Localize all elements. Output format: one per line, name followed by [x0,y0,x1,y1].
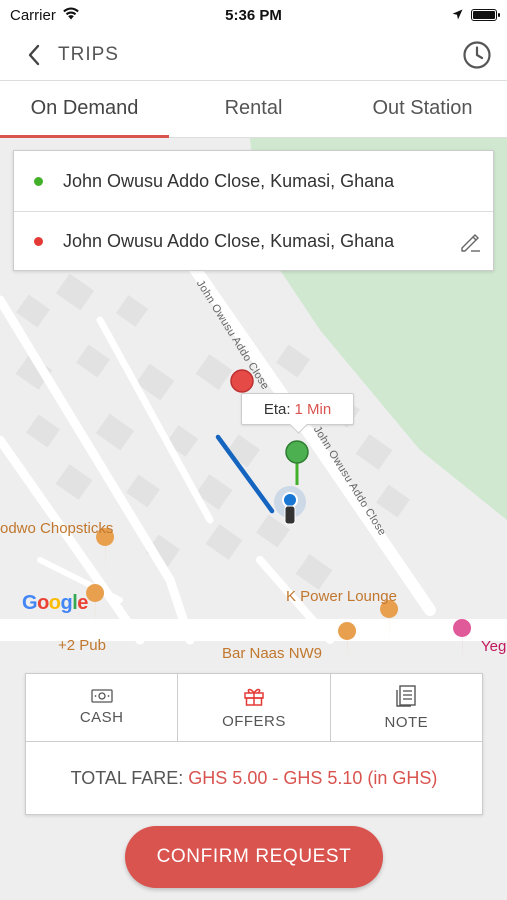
fare-panel: CASH OFFERS NOTE TOTAL FARE: GHS 5.00 - … [25,673,483,815]
header: TRIPS [0,30,507,80]
note-icon [396,685,417,707]
pickup-marker [285,440,309,464]
poi-label-k-power-lounge: K Power Lounge [286,588,397,605]
wifi-icon [62,7,80,24]
address-card: John Owusu Addo Close, Kumasi, Ghana Joh… [13,150,494,271]
eta-bubble: Eta: 1 Min [241,393,354,425]
location-arrow-icon [452,7,463,24]
service-tabs: On Demand Rental Out Station [0,80,507,138]
status-bar: Carrier 5:36 PM [0,0,507,30]
offers-option[interactable]: OFFERS [177,674,329,741]
pickup-address-row[interactable]: John Owusu Addo Close, Kumasi, Ghana [14,151,493,211]
dropoff-address-row[interactable]: John Owusu Addo Close, Kumasi, Ghana [14,211,493,271]
offers-label: OFFERS [222,713,286,730]
cash-icon [91,689,113,703]
trip-history-button[interactable] [459,37,495,73]
battery-icon [471,9,500,21]
battery-fill [473,11,495,19]
edit-dropoff-button[interactable] [455,227,485,257]
status-time: 5:36 PM [225,6,282,24]
poi-label-plus-2-pub: +2 Pub [58,637,106,654]
carrier-label: Carrier [10,6,56,24]
eta-label: Eta: [263,400,291,418]
tab-rental[interactable]: Rental [169,81,338,137]
pickup-dot-icon [34,176,43,186]
poi-label-bar-naas: Bar Naas NW9 [222,645,323,662]
dropoff-dot-icon [34,237,43,246]
status-left: Carrier [10,7,180,24]
fare-label: TOTAL FARE: [70,768,184,788]
google-logo: Google [22,592,88,614]
eta-value: 1 Min [294,400,332,418]
cash-label: CASH [79,709,124,726]
pencil-icon [461,233,480,252]
pickup-address: John Owusu Addo Close, Kumasi, Ghana [63,170,395,191]
current-location-marker [282,492,298,508]
clock-icon [463,41,491,69]
page-title: TRIPS [58,44,119,65]
tab-on-demand[interactable]: On Demand [0,81,169,138]
poi-label-chopsticks: odwo Chopsticks [0,520,114,537]
poi-label-yeg: Yeg [481,638,507,655]
cash-option[interactable]: CASH [26,674,177,741]
confirm-request-button[interactable]: CONFIRM REQUEST [125,826,383,888]
status-right [327,7,500,24]
dropoff-address: John Owusu Addo Close, Kumasi, Ghana [63,231,395,251]
back-button[interactable] [14,35,54,75]
total-fare: TOTAL FARE: GHS 5.00 - GHS 5.10 (in GHS) [26,742,482,815]
tab-out-station[interactable]: Out Station [338,81,507,137]
gift-icon [244,688,264,706]
note-option[interactable]: NOTE [329,674,482,741]
driver-car-icon [284,505,296,525]
payment-options: CASH OFFERS NOTE [26,674,482,742]
chevron-left-icon [28,44,40,66]
fare-value: GHS 5.00 - GHS 5.10 (in GHS) [188,768,438,788]
note-label: NOTE [384,714,429,731]
